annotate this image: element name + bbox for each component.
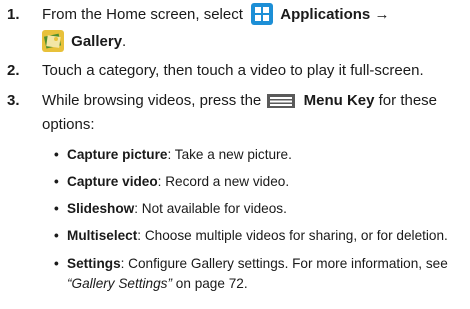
step-text: From the Home screen, select Application… (42, 3, 466, 32)
step-3-intro: While browsing videos, press the (42, 92, 262, 109)
period: . (122, 33, 127, 50)
option-term: Settings (67, 256, 121, 271)
bullet-glyph: • (54, 256, 59, 271)
option-term: Slideshow (67, 201, 135, 216)
step-3-suffix: for these (378, 92, 438, 109)
bullet-glyph: • (54, 228, 59, 243)
option-desc: : Choose multiple videos for sharing, or… (137, 228, 448, 243)
cross-reference-link[interactable]: “Gallery Settings” (67, 276, 172, 291)
bullet-glyph: • (54, 174, 59, 189)
step-3-options: options: (42, 116, 95, 133)
gallery-label: Gallery (71, 33, 123, 50)
option-term: Capture picture (67, 147, 168, 162)
step-text: Touch a category, then touch a video to … (42, 62, 424, 79)
step-1-intro: From the Home screen, select (42, 6, 243, 23)
bullet-glyph: • (54, 147, 59, 162)
option-desc: : Not available for videos. (134, 201, 287, 216)
bullet-glyph: • (54, 201, 59, 216)
option-term: Capture video (67, 174, 158, 189)
menu-key-icon (267, 92, 296, 115)
option-desc: : Record a new video. (157, 174, 290, 189)
step-number: 2. (7, 62, 20, 79)
step-number: 1. (7, 6, 20, 23)
menu-key-label: Menu Key (303, 92, 375, 109)
arrow: → (374, 6, 390, 23)
step-number: 3. (7, 92, 20, 109)
option-desc: : Take a new picture. (167, 147, 292, 162)
applications-grid-icon (251, 3, 274, 32)
option-desc: : Configure Gallery settings. For more i… (120, 256, 448, 271)
option-desc-end: on page 72. (172, 276, 248, 291)
gallery-icon (42, 30, 64, 59)
step-text: While browsing videos, press the Menu Ke… (42, 89, 466, 115)
applications-label: Applications (280, 6, 371, 23)
option-term: Multiselect (67, 228, 138, 243)
